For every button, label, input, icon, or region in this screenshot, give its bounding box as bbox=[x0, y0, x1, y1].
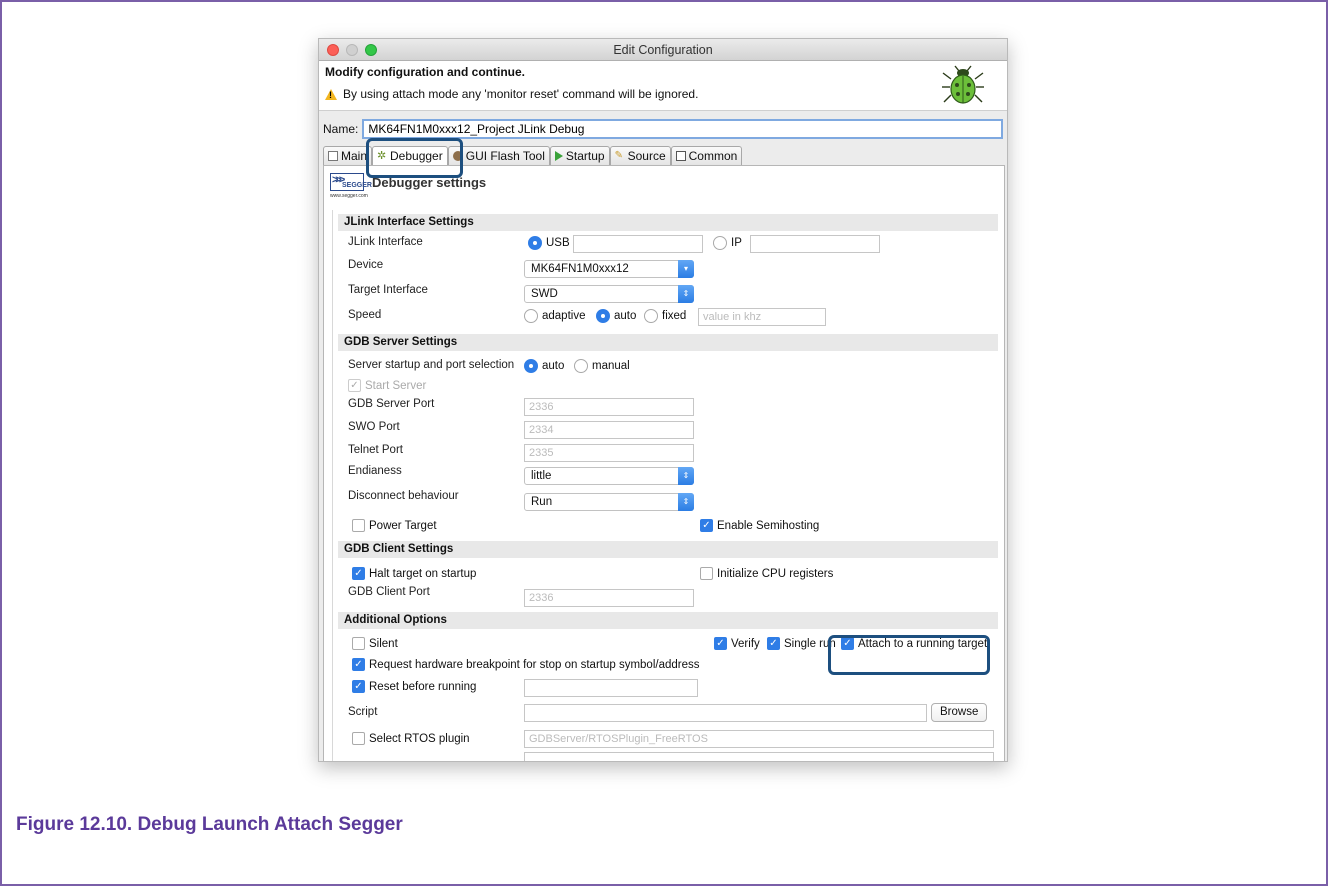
server-manual-radio[interactable]: manual bbox=[574, 359, 630, 373]
disconnect-behaviour-label: Disconnect behaviour bbox=[348, 490, 459, 502]
panel-divider bbox=[332, 210, 333, 761]
script-field[interactable] bbox=[524, 704, 927, 722]
close-button[interactable] bbox=[327, 44, 339, 56]
debugger-tab-highlight bbox=[366, 138, 463, 178]
common-tab-icon bbox=[675, 151, 686, 161]
window-title: Edit Configuration bbox=[613, 43, 713, 57]
header-message-row: ! By using attach mode any 'monitor rese… bbox=[325, 87, 1001, 101]
window-controls bbox=[327, 44, 377, 56]
figure-caption: Figure 12.10. Debug Launch Attach Segger bbox=[16, 814, 403, 835]
verify-checkbox[interactable]: ✓ Verify bbox=[714, 637, 760, 650]
power-target-checkbox[interactable]: Power Target bbox=[352, 519, 437, 532]
reset-before-running-checkbox[interactable]: ✓ Reset before running bbox=[352, 680, 476, 693]
ip-radio[interactable]: IP bbox=[713, 236, 742, 250]
extra-field[interactable] bbox=[524, 752, 994, 761]
speed-auto-radio[interactable]: auto bbox=[596, 309, 636, 323]
swo-port-label: SWO Port bbox=[348, 421, 400, 433]
browse-button[interactable]: Browse bbox=[931, 703, 988, 722]
server-auto-radio[interactable]: auto bbox=[524, 359, 564, 373]
gdb-server-port-label: GDB Server Port bbox=[348, 398, 435, 410]
speed-label: Speed bbox=[348, 309, 382, 321]
tab-label: Source bbox=[627, 149, 666, 163]
speed-khz-field[interactable]: value in khz bbox=[698, 308, 826, 326]
reset-field[interactable] bbox=[524, 679, 698, 697]
header-title: Modify configuration and continue. bbox=[325, 65, 525, 79]
name-label: Name: bbox=[323, 122, 359, 136]
tab-label: Main bbox=[341, 149, 368, 163]
select-rtos-plugin-checkbox[interactable]: Select RTOS plugin bbox=[352, 732, 470, 745]
silent-checkbox[interactable]: Silent bbox=[352, 637, 398, 650]
disconnect-behaviour-select[interactable]: Run ⇕ bbox=[524, 493, 694, 511]
script-label: Script bbox=[348, 706, 378, 718]
endianess-label: Endianess bbox=[348, 465, 402, 477]
chevron-down-icon: ▾ bbox=[678, 260, 694, 278]
main-tab-icon bbox=[328, 151, 338, 161]
tab-label: Startup bbox=[565, 149, 605, 163]
usb-serial-field[interactable] bbox=[573, 235, 703, 253]
play-icon bbox=[554, 151, 563, 161]
hardware-breakpoint-checkbox[interactable]: ✓ Request hardware breakpoint for stop on… bbox=[352, 658, 700, 671]
section-gdb-client: GDB Client Settings bbox=[338, 541, 998, 558]
header-message: By using attach mode any 'monitor reset'… bbox=[343, 87, 699, 101]
tab-label: Common bbox=[688, 149, 738, 163]
title-bar: Edit Configuration bbox=[319, 39, 1007, 61]
device-label: Device bbox=[348, 259, 384, 271]
target-interface-select[interactable]: SWD ⇕ bbox=[524, 285, 694, 303]
section-additional-options: Additional Options bbox=[338, 612, 998, 629]
server-startup-label: Server startup and port selection bbox=[348, 359, 515, 371]
tab-common[interactable]: Common bbox=[670, 146, 743, 165]
zoom-button[interactable] bbox=[365, 44, 377, 56]
dialog-header: Modify configuration and continue. ! By … bbox=[319, 61, 1007, 111]
start-server-checkbox[interactable]: ✓ Start Server bbox=[348, 379, 426, 392]
enable-semihosting-checkbox[interactable]: ✓ Enable Semihosting bbox=[700, 519, 819, 532]
usb-radio[interactable]: USB bbox=[528, 236, 570, 250]
tab-label: GUI Flash Tool bbox=[465, 149, 545, 163]
source-tab-icon: ✎ bbox=[614, 150, 623, 161]
rtos-plugin-field[interactable]: GDBServer/RTOSPlugin_FreeRTOS bbox=[524, 730, 994, 748]
speed-adaptive-radio[interactable]: adaptive bbox=[524, 309, 585, 323]
halt-target-checkbox[interactable]: ✓ Halt target on startup bbox=[352, 567, 476, 580]
section-jlink-interface: JLink Interface Settings bbox=[338, 214, 998, 231]
debug-bug-icon bbox=[942, 65, 984, 104]
speed-fixed-radio[interactable]: fixed bbox=[644, 309, 686, 323]
tab-gui-flash-tool[interactable]: GUI Flash Tool bbox=[447, 146, 550, 165]
attach-option-highlight bbox=[828, 635, 990, 675]
updown-arrows-icon: ⇕ bbox=[678, 493, 694, 511]
device-select[interactable]: MK64FN1M0xxx12 ▾ bbox=[524, 260, 694, 278]
minimize-button[interactable] bbox=[346, 44, 358, 56]
settings-content: JLink Interface Settings JLink Interface… bbox=[338, 214, 998, 761]
warning-icon: ! bbox=[325, 88, 337, 100]
gdb-client-port-field[interactable]: 2336 bbox=[524, 589, 694, 607]
segger-logo: >>> SEGGER www.segger.com bbox=[330, 173, 372, 199]
telnet-port-field[interactable]: 2335 bbox=[524, 444, 694, 462]
updown-arrows-icon: ⇕ bbox=[678, 467, 694, 485]
endianess-select[interactable]: little ⇕ bbox=[524, 467, 694, 485]
updown-arrows-icon: ⇕ bbox=[678, 285, 694, 303]
gdb-server-port-field[interactable]: 2336 bbox=[524, 398, 694, 416]
tab-main[interactable]: Main bbox=[323, 146, 373, 165]
section-gdb-server: GDB Server Settings bbox=[338, 334, 998, 351]
name-input[interactable] bbox=[362, 119, 1003, 139]
gdb-client-port-label: GDB Client Port bbox=[348, 586, 430, 598]
swo-port-field[interactable]: 2334 bbox=[524, 421, 694, 439]
telnet-port-label: Telnet Port bbox=[348, 444, 403, 456]
ip-address-field[interactable] bbox=[750, 235, 880, 253]
tab-source[interactable]: ✎ Source bbox=[609, 146, 671, 165]
tab-startup[interactable]: Startup bbox=[549, 146, 610, 165]
jlink-interface-label: JLink Interface bbox=[348, 236, 423, 248]
initialize-cpu-registers-checkbox[interactable]: Initialize CPU registers bbox=[700, 567, 833, 580]
single-run-checkbox[interactable]: ✓ Single run bbox=[767, 637, 836, 650]
target-interface-label: Target Interface bbox=[348, 284, 428, 296]
